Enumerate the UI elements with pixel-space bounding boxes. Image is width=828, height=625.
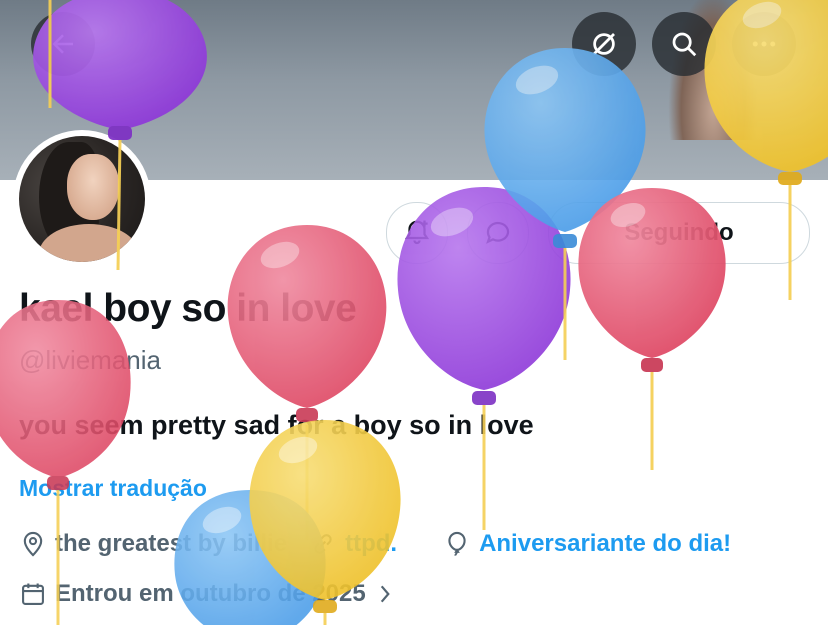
search-button[interactable] (652, 12, 716, 76)
balloon-pink (227, 225, 387, 540)
profile-joined-date: Entrou em outubro de 2025 (55, 580, 366, 607)
notifications-button[interactable] (386, 202, 448, 264)
profile-website-link[interactable]: ttpd. (345, 530, 397, 558)
arrow-left-icon (52, 34, 73, 54)
following-button[interactable]: Seguindo (548, 202, 810, 264)
grok-icon (593, 33, 615, 55)
calendar-icon (19, 580, 47, 608)
following-label: Seguindo (624, 219, 734, 246)
show-translation-link[interactable]: Mostrar tradução (19, 475, 207, 502)
profile-name: kael boy so in love (19, 287, 357, 330)
search-icon (672, 32, 697, 57)
back-button[interactable] (31, 12, 95, 76)
message-bubble-icon (486, 221, 510, 244)
birthday-label: Aniversariante do dia! (479, 530, 732, 557)
avatar-photo (19, 136, 145, 262)
grok-button[interactable] (572, 12, 636, 76)
balloon-icon (443, 530, 471, 558)
profile-meta-row: the greatest by billie ttpd. Aniversaria… (19, 530, 731, 558)
profile-location: the greatest by billie (55, 530, 288, 557)
message-button[interactable] (467, 202, 529, 264)
more-button[interactable] (732, 12, 796, 76)
bell-plus-icon (404, 220, 430, 245)
profile-bio: you seem pretty sad for a boy so in love (19, 410, 534, 440)
profile-joined-row[interactable]: Entrou em outubro de 2025 (19, 580, 402, 608)
chevron-right-icon (376, 583, 394, 605)
more-horizontal-icon (752, 41, 776, 47)
location-pin-icon (19, 530, 47, 558)
avatar[interactable] (13, 130, 151, 268)
link-icon (309, 530, 337, 558)
profile-handle: @liviemania (19, 345, 161, 375)
